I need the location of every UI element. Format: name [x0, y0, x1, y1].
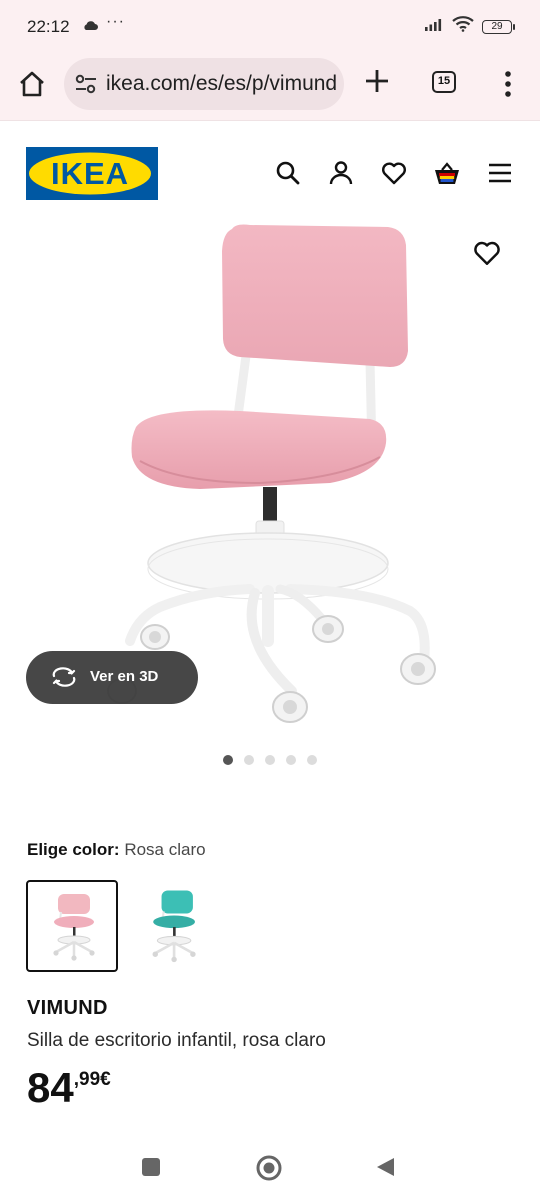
gallery-dot[interactable]: [244, 755, 254, 765]
gallery-pagination[interactable]: [0, 755, 540, 767]
add-to-favorites-heart-icon[interactable]: [472, 238, 502, 268]
gallery-dot[interactable]: [307, 755, 317, 765]
site-settings-icon[interactable]: [74, 74, 98, 99]
gallery-dot[interactable]: [286, 755, 296, 765]
swatch-chair-turquoise: [152, 890, 196, 963]
price-integer: 84: [27, 1064, 74, 1111]
swatch-chair-pink: [53, 894, 95, 961]
user-icon[interactable]: [327, 159, 355, 187]
view-3d-button[interactable]: Ver en 3D: [26, 651, 198, 704]
status-bar: 22:12 ··· 29: [0, 0, 540, 52]
new-tab-plus-icon[interactable]: [362, 66, 392, 96]
swatch-turquesa[interactable]: [126, 880, 218, 972]
status-time: 22:12: [27, 17, 70, 36]
home-circle-icon[interactable]: [255, 1154, 283, 1187]
product-description: Silla de escritorio infantil, rosa claro: [27, 1030, 326, 1051]
color-value: Rosa claro: [124, 840, 206, 859]
tabs-counter-icon[interactable]: 15: [432, 71, 456, 93]
view-3d-label: Ver en 3D: [90, 668, 159, 685]
site-header: IKEA: [0, 121, 540, 221]
color-selector-label: Elige color: Rosa claro: [27, 840, 206, 860]
shopping-bag-icon[interactable]: [433, 159, 461, 187]
address-bar[interactable]: ikea.com/es/es/p/vimund: [64, 58, 344, 110]
menu-icon[interactable]: [486, 159, 514, 187]
rotate-3d-icon: [50, 667, 78, 690]
url-text[interactable]: ikea.com/es/es/p/vimund: [106, 72, 337, 96]
heart-icon[interactable]: [380, 159, 408, 187]
product-name: VIMUND: [27, 997, 108, 1019]
search-icon[interactable]: [274, 159, 302, 187]
logo-text: IKEA: [51, 156, 129, 191]
more-vert-icon[interactable]: [498, 70, 518, 98]
ikea-logo[interactable]: IKEA: [26, 147, 158, 200]
gallery-dot[interactable]: [223, 755, 233, 765]
color-label: Elige color:: [27, 840, 120, 859]
product-price: 84,99€: [27, 1064, 111, 1112]
price-decimal: ,99€: [73, 1069, 111, 1090]
browser-toolbar: ikea.com/es/es/p/vimund 15: [0, 52, 540, 121]
back-triangle-icon[interactable]: [374, 1156, 396, 1183]
status-more: ···: [106, 13, 125, 30]
swatch-rosa-claro[interactable]: [26, 880, 118, 972]
wifi-icon: [452, 16, 474, 37]
system-nav-bar: [0, 1140, 540, 1200]
gallery-dot[interactable]: [265, 755, 275, 765]
recents-square-icon[interactable]: [140, 1156, 162, 1183]
battery-icon: 29: [482, 19, 515, 34]
signal-icon: [424, 17, 444, 36]
cloud-icon: [82, 18, 98, 36]
home-icon[interactable]: [16, 68, 48, 100]
